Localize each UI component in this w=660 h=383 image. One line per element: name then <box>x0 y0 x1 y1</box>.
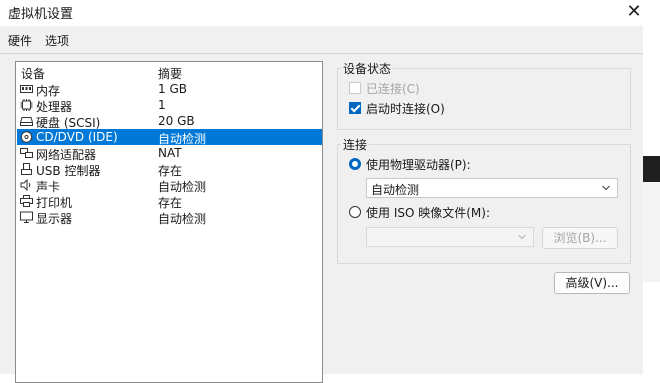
physical-drive-label: 使用物理驱动器(P): <box>366 158 471 172</box>
iso-image-label: 使用 ISO 映像文件(M): <box>366 206 490 220</box>
iso-file-select[interactable] <box>366 227 534 247</box>
processor-icon <box>20 99 33 111</box>
connection-title: 连接 <box>341 136 370 153</box>
device-summary: 20 GB <box>158 114 195 128</box>
physical-drive-radio[interactable] <box>349 158 361 170</box>
title-bar: 虚拟机设置 ✕ <box>0 0 660 26</box>
connected-label: 已连接(C) <box>366 82 420 96</box>
device-row-cd-dvd[interactable]: CD/DVD (IDE) 自动检测 <box>17 129 322 146</box>
connected-checkbox[interactable] <box>349 82 361 94</box>
device-row-sound-card[interactable]: 声卡 自动检测 <box>17 177 322 194</box>
browse-button[interactable]: 浏览(B)... <box>542 227 618 249</box>
window-title: 虚拟机设置 <box>8 7 74 22</box>
tab-options[interactable]: 选项 <box>45 32 69 49</box>
device-status-group <box>337 68 631 130</box>
advanced-button[interactable]: 高级(V)... <box>554 272 630 294</box>
connect-at-power-on-checkbox[interactable] <box>349 102 361 114</box>
device-row-processor[interactable]: 处理器 1 <box>17 97 322 114</box>
tab-bar <box>0 26 660 54</box>
close-icon[interactable]: ✕ <box>620 1 648 23</box>
device-row-display[interactable]: 显示器 自动检测 <box>17 209 322 226</box>
background-window-edge <box>643 26 660 374</box>
cd-dvd-icon <box>20 131 33 143</box>
hard-disk-icon <box>20 117 33 126</box>
device-summary: 自动检测 <box>158 212 207 226</box>
chevron-down-icon <box>602 185 610 191</box>
summary-column-header: 摘要 <box>158 67 183 81</box>
device-summary: 1 GB <box>158 82 187 96</box>
network-adapter-icon <box>20 148 33 158</box>
device-summary: NAT <box>158 146 182 160</box>
device-row-usb[interactable]: USB 控制器 存在 <box>17 161 322 178</box>
device-name: CD/DVD (IDE) <box>36 130 118 144</box>
device-list[interactable]: 设备 摘要 内存 1 GB 处理器 1 硬盘 (SCSI) 20 GB CD/D… <box>15 61 323 383</box>
device-status-title: 设备状态 <box>341 60 394 77</box>
printer-icon <box>20 195 33 207</box>
device-row-memory[interactable]: 内存 1 GB <box>17 81 322 98</box>
connect-at-power-on-label: 启动时连接(O) <box>366 102 445 116</box>
device-row-printer[interactable]: 打印机 存在 <box>17 193 322 210</box>
usb-icon <box>21 163 32 175</box>
display-icon <box>20 211 33 223</box>
tab-hardware[interactable]: 硬件 <box>8 32 32 49</box>
device-row-hard-disk[interactable]: 硬盘 (SCSI) 20 GB <box>17 113 322 130</box>
chevron-down-icon <box>518 234 526 240</box>
device-name: 显示器 <box>36 212 73 226</box>
device-summary: 1 <box>158 98 166 112</box>
memory-icon <box>20 85 33 93</box>
iso-image-radio[interactable] <box>349 206 361 218</box>
sound-card-icon <box>20 179 31 191</box>
background-window-dark <box>643 156 660 182</box>
physical-drive-select[interactable]: 自动检测 <box>366 178 618 198</box>
device-column-header: 设备 <box>21 67 46 81</box>
device-row-network-adapter[interactable]: 网络适配器 NAT <box>17 145 322 162</box>
background-window-light <box>643 182 660 282</box>
physical-drive-value: 自动检测 <box>371 183 420 197</box>
